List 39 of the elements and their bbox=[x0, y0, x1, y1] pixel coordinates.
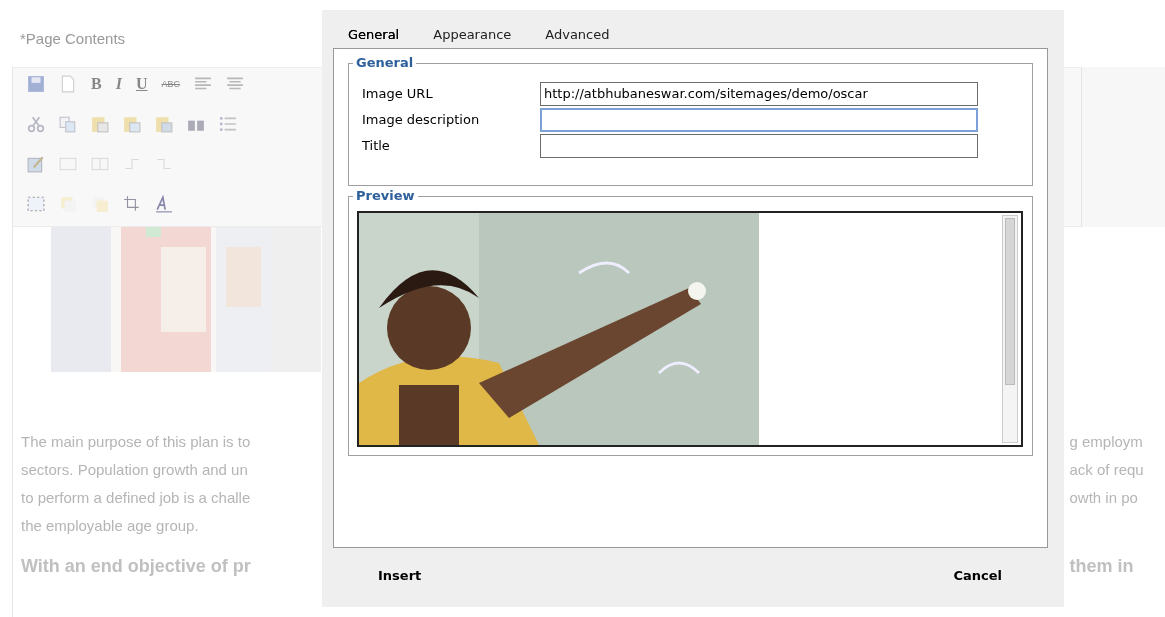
paragraph-line: g employm bbox=[1069, 432, 1144, 452]
table-icon[interactable] bbox=[59, 155, 77, 173]
scroll-bar[interactable] bbox=[1002, 215, 1018, 443]
input-field[interactable] bbox=[540, 107, 978, 132]
paste-icon[interactable] bbox=[155, 115, 173, 133]
input-field[interactable] bbox=[540, 133, 978, 158]
table-icon[interactable] bbox=[91, 155, 109, 173]
paste-icon[interactable] bbox=[123, 115, 141, 133]
list-icon[interactable] bbox=[219, 115, 237, 133]
paragraph-line: the employable age group. bbox=[21, 516, 200, 536]
fieldset-legend: General bbox=[353, 55, 417, 70]
crop-icon[interactable] bbox=[123, 195, 141, 213]
paragraph-line: owth in po bbox=[1069, 488, 1139, 508]
edit-icon[interactable] bbox=[27, 155, 45, 173]
scissors-icon[interactable] bbox=[27, 115, 45, 133]
paragraph-line: sectors. Population growth and un bbox=[21, 460, 249, 480]
tab[interactable]: General bbox=[348, 27, 400, 48]
style-icon[interactable] bbox=[155, 195, 173, 213]
paste-icon[interactable] bbox=[91, 115, 109, 133]
page-heading: *Page Contents bbox=[20, 30, 126, 47]
bold-line: With an end objective of pr bbox=[21, 556, 252, 577]
copy-icon[interactable] bbox=[59, 115, 77, 133]
input-field[interactable]: http://atbhubaneswar.com/sitemages/demo/oscar bbox=[540, 81, 978, 106]
paragraph-line: The main purpose of this plan is to bbox=[21, 432, 252, 452]
save-icon[interactable] bbox=[27, 75, 45, 93]
fieldset-legend: Preview bbox=[353, 188, 418, 203]
dialog-button[interactable]: Cancel bbox=[945, 564, 1010, 587]
paragraph-line: ack of requ bbox=[1069, 460, 1145, 480]
tab[interactable]: Appearance bbox=[433, 27, 512, 48]
format-button[interactable]: ABC bbox=[161, 79, 180, 89]
field-label: Image URL bbox=[362, 86, 434, 101]
selection-icon[interactable] bbox=[27, 195, 45, 213]
dialog-button[interactable]: Insert bbox=[370, 564, 430, 587]
paragraph-line: to perform a defined job is a challe bbox=[21, 488, 252, 508]
tab[interactable]: Advanced bbox=[545, 27, 610, 48]
page-icon[interactable] bbox=[59, 75, 77, 93]
field-label: Image description bbox=[362, 112, 481, 127]
field-label: Title bbox=[362, 138, 391, 153]
bold-line: them in bbox=[1069, 556, 1135, 577]
